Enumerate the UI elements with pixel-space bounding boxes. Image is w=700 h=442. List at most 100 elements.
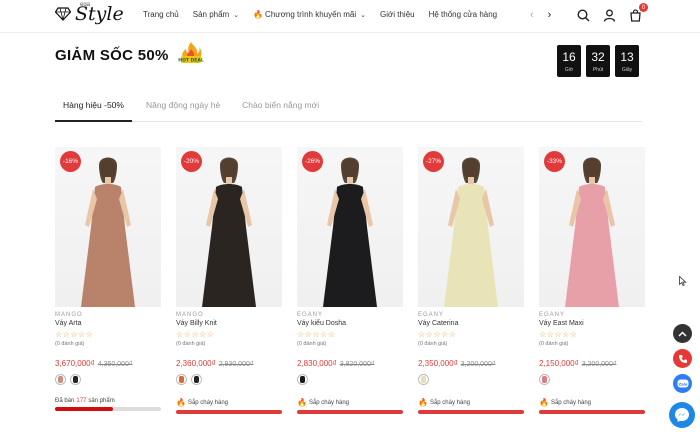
phone-button[interactable] [673,349,692,368]
color-swatch[interactable] [70,374,81,385]
review-count: (0 đánh giá) [539,341,569,347]
stock-status: 🔥 Sắp cháy hàng [418,398,524,407]
rating-stars: ☆☆☆☆☆ [297,330,336,339]
countdown-minutes: 32 Phút [586,45,610,77]
price-row: 2,360,000₫ 2,930,000₫ [176,359,282,368]
messenger-icon [675,408,689,422]
product-name[interactable]: Váy kiểu Dosha [297,320,403,327]
review-count: (0 đánh giá) [418,341,448,347]
fire-icon: 🔥 [176,398,186,407]
nav-item-promotions[interactable]: 🔥 Chương trình khuyến mãi ⌄ [253,10,366,19]
color-swatch[interactable] [418,374,429,385]
stock-progress-bar [418,410,524,414]
diamond-logo-icon [55,7,71,21]
countdown-value: 16 [562,50,576,64]
color-swatch[interactable] [191,374,202,385]
rating-stars: ☆☆☆☆☆ [55,330,94,339]
nav-item-stores[interactable]: Hệ thống cửa hàng [429,10,498,19]
nav-item-products[interactable]: Sản phẩm ⌄ [193,10,239,19]
product-name[interactable]: Váy Arta [55,320,161,327]
sale-price: 2,150,000₫ [539,359,579,368]
color-swatch[interactable] [297,374,308,385]
stock-status: 🔥 Sắp cháy hàng [539,398,645,407]
color-swatch[interactable] [539,374,550,385]
section-title: GIẢM SỐC 50% [55,47,169,64]
user-icon[interactable] [602,8,616,22]
main-nav: Trang chủ Sản phẩm ⌄ 🔥 Chương trình khuy… [143,10,511,19]
discount-badge: -16% [60,151,81,172]
color-swatch[interactable] [55,374,66,385]
countdown-label: Phút [592,67,604,73]
site-header: Style ega Trang chủ Sản phẩm ⌄ 🔥 Chương … [0,0,700,33]
product-name[interactable]: Váy Billy Knit [176,320,282,327]
stock-progress-bar [539,410,645,414]
zalo-icon: Zalo [677,379,688,387]
product-brand: MANGO [55,312,83,318]
original-price: 4,360,000₫ [97,361,133,368]
fire-icon: 🔥 [539,398,549,407]
zalo-button[interactable]: Zalo [673,374,692,393]
product-brand: EGANY [418,312,445,318]
nav-item-home[interactable]: Trang chủ [143,10,179,19]
nav-label: Sản phẩm [192,10,230,19]
nav-label: Chương trình khuyến mãi [265,10,357,19]
color-swatches [418,374,524,385]
sold-number: 177 [76,398,87,404]
product-name[interactable]: Váy East Maxi [539,320,645,327]
svg-text:Zalo: Zalo [678,382,687,386]
stock-status: 🔥 Sắp cháy hàng [176,398,282,407]
countdown-label: Giây [621,67,633,73]
rating-stars: ☆☆☆☆☆ [539,330,578,339]
rating-stars: ☆☆☆☆☆ [418,330,457,339]
color-swatches [176,374,282,385]
fire-icon: 🔥 [297,398,307,407]
chevron-up-icon [678,330,687,337]
sold-unit: sản phẩm [88,398,115,404]
product-card[interactable]: -33% EGANY Váy East Maxi ☆☆☆☆☆ (0 đánh giá) 2… [539,147,645,414]
sale-price: 2,350,000₫ [418,359,458,368]
product-image[interactable]: -16% [55,147,161,307]
color-swatch[interactable] [176,374,187,385]
original-price: 3,200,000₫ [460,361,496,368]
hot-deal-label: HOT DEAL [178,58,204,64]
discount-badge: -27% [423,151,444,172]
countdown-value: 13 [620,50,634,64]
product-grid: -16% MANGO Váy Arta ☆☆☆☆☆ (0 đánh giá) 3,670,… [55,147,645,414]
back-to-top-button[interactable] [673,324,692,343]
logo-superscript: ega [80,2,91,8]
product-card[interactable]: -20% MANGO Váy Billy Knit ☆☆☆☆☆ (0 đánh giá)… [176,147,282,414]
product-name[interactable]: Váy Caterina [418,320,524,327]
nav-item-about[interactable]: Giới thiệu [380,10,415,19]
product-brand: MANGO [176,312,204,318]
chevron-right-icon[interactable]: › [548,9,552,21]
cart-count-badge: 0 [639,3,648,12]
sale-price: 2,830,000₫ [297,359,337,368]
price-row: 3,670,000₫ 4,360,000₫ [55,359,161,368]
nav-label: Trang chủ [143,10,179,19]
search-icon[interactable] [576,8,590,22]
sold-progress-bar [55,407,161,411]
cart-icon[interactable]: 0 [628,3,648,22]
discount-badge: -20% [181,151,202,172]
stock-progress-bar [297,410,403,414]
product-card[interactable]: -26% EGANY Váy kiểu Dosha ☆☆☆☆☆ (0 đánh giá)… [297,147,403,414]
discount-badge: -26% [302,151,323,172]
tab-summer-active[interactable]: Năng động ngày hè [138,90,228,122]
product-card[interactable]: -16% MANGO Váy Arta ☆☆☆☆☆ (0 đánh giá) 3,670,… [55,147,161,414]
product-card[interactable]: -27% EGANY Váy Caterina ☆☆☆☆☆ (0 đánh giá) 2,… [418,147,524,414]
stock-progress-bar [176,410,282,414]
product-image[interactable]: -20% [176,147,282,307]
sale-price: 2,360,000₫ [176,359,216,368]
messenger-button[interactable] [669,402,695,428]
price-row: 2,830,000₫ 3,820,000₫ [297,359,403,368]
tab-sunny-beach[interactable]: Chào biển nắng mới [234,90,327,122]
tab-brand-50[interactable]: Hàng hiệu -50% [55,90,132,122]
original-price: 2,930,000₫ [218,361,254,368]
review-count: (0 đánh giá) [297,341,327,347]
product-image[interactable]: -33% [539,147,645,307]
chevron-left-icon[interactable]: ‹ [530,9,534,21]
product-image[interactable]: -27% [418,147,524,307]
color-swatches [297,374,403,385]
original-price: 3,200,000₫ [581,361,617,368]
product-image[interactable]: -26% [297,147,403,307]
